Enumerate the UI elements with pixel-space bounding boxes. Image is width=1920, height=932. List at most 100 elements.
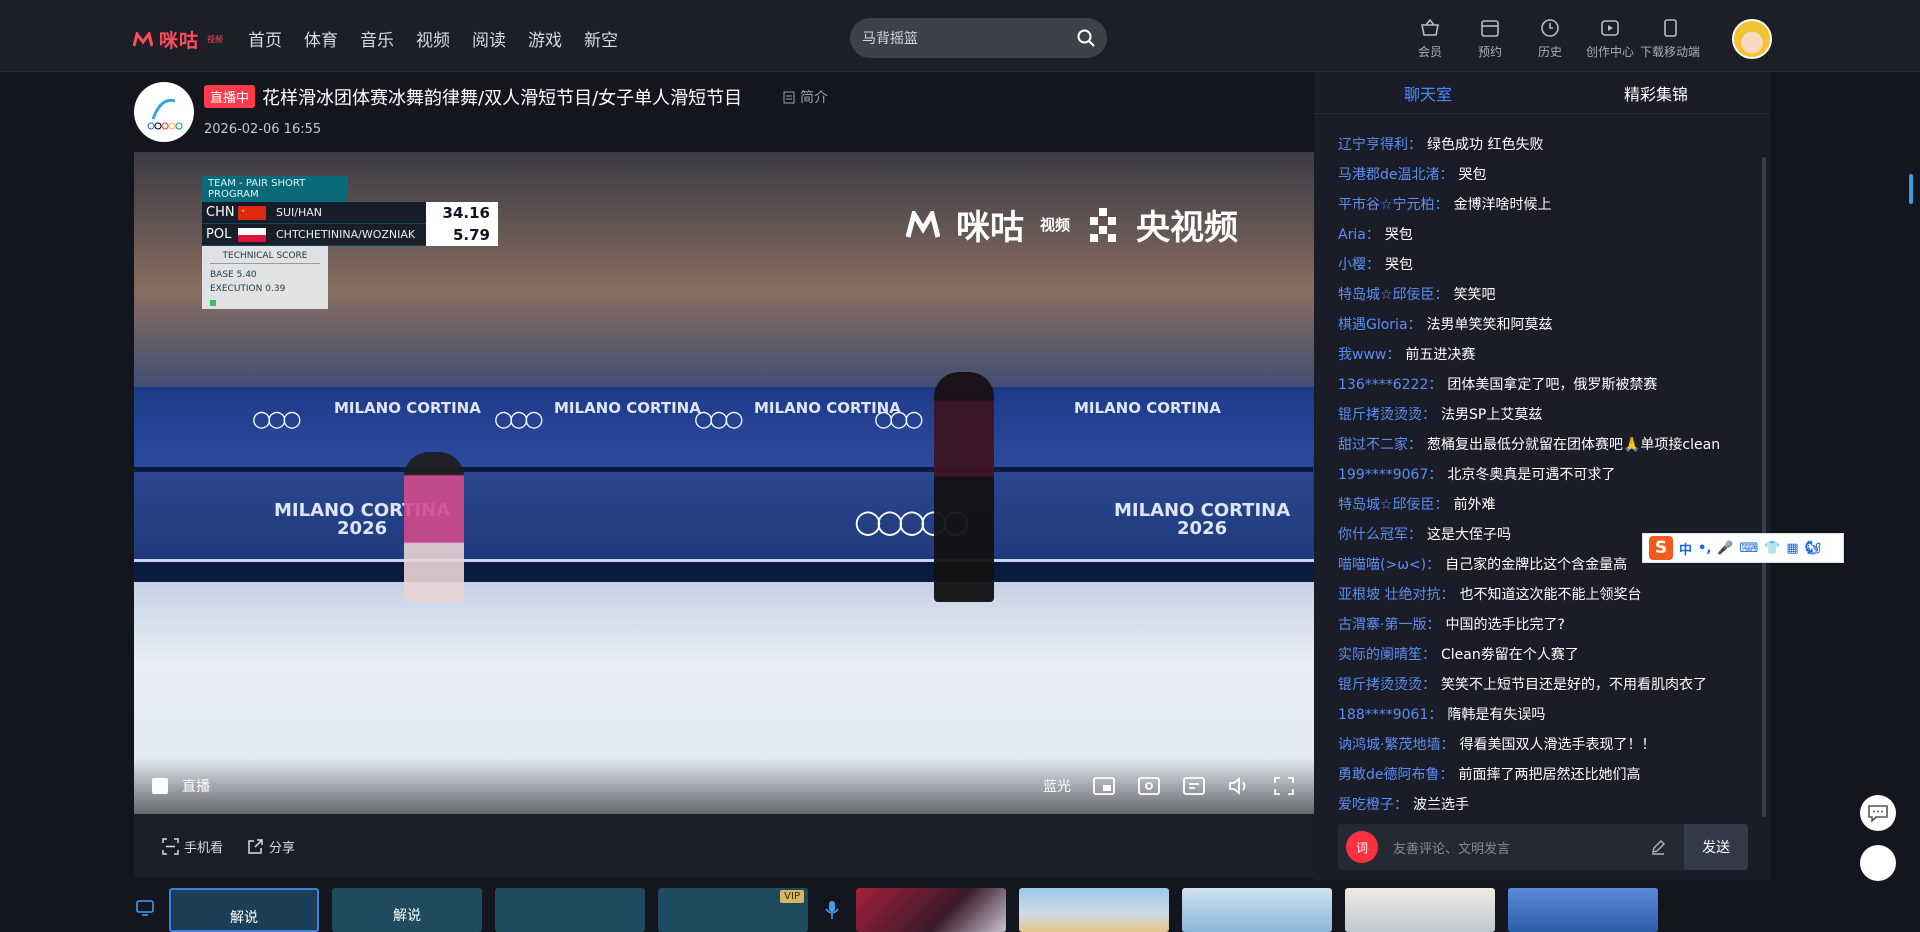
channel-logo[interactable] <box>134 82 194 142</box>
olympic-rings-icon: ○○○ <box>694 407 744 432</box>
commentary-card[interactable]: 解说 <box>332 888 482 932</box>
fullscreen-icon[interactable] <box>1272 775 1296 797</box>
logo[interactable]: 咪咕 视频 <box>133 26 223 53</box>
nav-music[interactable]: 音乐 <box>360 26 394 51</box>
tab-highlights[interactable]: 精彩集锦 <box>1542 81 1770 105</box>
tab-chatroom[interactable]: 聊天室 <box>1314 81 1542 105</box>
chat-username[interactable]: 棋遇Gloria： <box>1338 314 1422 344</box>
search-input[interactable]: 马背摇篮 <box>862 28 1077 48</box>
ime-lang[interactable]: 中 <box>1679 539 1692 558</box>
olympic-rings-icon: ○○○ <box>874 407 924 432</box>
chat-username[interactable]: 平市谷☆宁元柏： <box>1338 194 1449 224</box>
back-to-top-button[interactable] <box>1860 845 1896 881</box>
page-scrollbar[interactable] <box>1909 174 1913 204</box>
channel-strip: 解说 解说 VIP <box>134 888 1784 932</box>
chat-username[interactable]: 特岛城☆邱佞臣： <box>1338 284 1449 314</box>
picture-in-picture-icon[interactable] <box>1092 775 1116 797</box>
chat-username[interactable]: 喵喵喵(>ω<)： <box>1338 554 1440 584</box>
live-checkbox[interactable] <box>152 778 168 794</box>
board-text: MILANO CORTINA <box>1074 399 1221 417</box>
channel-card[interactable]: VIP <box>658 888 808 932</box>
chat-username[interactable]: 爱吃橙子： <box>1338 794 1408 824</box>
search-icon[interactable] <box>1077 29 1095 47</box>
clip-record-icon[interactable] <box>1182 775 1206 797</box>
chat-message: 特岛城☆邱佞臣： 笑笑吧 <box>1338 284 1748 314</box>
video-thumbnail[interactable] <box>856 888 1006 932</box>
chat-username[interactable]: 实际的阑晴笙： <box>1338 644 1436 674</box>
punctuation-icon[interactable]: •, <box>1698 541 1711 556</box>
nav-home[interactable]: 首页 <box>248 26 282 51</box>
video-thumbnail[interactable] <box>1019 888 1169 932</box>
chat-username[interactable]: 甜过不二家： <box>1338 434 1422 464</box>
chat-username[interactable]: 古渭寨·第一版： <box>1338 614 1440 644</box>
chat-username[interactable]: 马港郡de温北渚： <box>1338 164 1454 194</box>
emoji-button[interactable]: 词 <box>1346 831 1378 863</box>
tool-download[interactable]: 下载移动端 <box>1640 18 1700 60</box>
chat-username[interactable]: 我www： <box>1338 344 1400 374</box>
tool-reserve[interactable]: 预约 <box>1460 18 1520 60</box>
board-year: 2026 <box>1177 518 1228 539</box>
nav-xinkong[interactable]: 新空 <box>584 26 618 51</box>
mascot-icon[interactable]: 🐿 <box>1805 541 1822 556</box>
video-thumbnail[interactable] <box>1508 888 1658 932</box>
channel-card[interactable] <box>495 888 645 932</box>
share-icon <box>248 838 263 854</box>
chat-username[interactable]: 锟斤拷烫烫烫： <box>1338 674 1436 704</box>
user-avatar[interactable] <box>1732 19 1772 59</box>
chat-username[interactable]: 讷鸿城·繁茂地墙： <box>1338 734 1454 764</box>
chat-input[interactable]: 友善评论、文明发言 <box>1393 838 1650 857</box>
chat-username[interactable]: 辽宁亨得利： <box>1338 134 1422 164</box>
chat-username[interactable]: 特岛城☆邱佞臣： <box>1338 494 1449 524</box>
chat-username[interactable]: Aria： <box>1338 224 1380 254</box>
tool-history[interactable]: 历史 <box>1520 18 1580 60</box>
video-title: 花样滑冰团体赛冰舞韵律舞/双人滑短节目/女子单人滑短节目 <box>262 88 743 109</box>
skin-icon[interactable]: 👕 <box>1764 541 1780 556</box>
nav-games[interactable]: 游戏 <box>528 26 562 51</box>
chat-username[interactable]: 188****9061： <box>1338 704 1442 734</box>
tool-label: 预约 <box>1477 45 1502 59</box>
board-text: MILANO CORTINA 2026 <box>1114 502 1290 538</box>
toolbox-icon[interactable]: ▦ <box>1786 541 1798 556</box>
tool-creator[interactable]: 创作中心 <box>1580 18 1640 60</box>
cctv-video-logo-icon <box>1090 207 1117 242</box>
intro-button[interactable]: 简介 <box>783 87 828 107</box>
share-button[interactable]: 分享 <box>247 837 295 856</box>
nav-video[interactable]: 视频 <box>416 26 450 51</box>
quality-selector[interactable]: 蓝光 <box>1043 776 1071 796</box>
tool-vip[interactable]: 会员 <box>1400 18 1460 60</box>
nav-reading[interactable]: 阅读 <box>472 26 506 51</box>
chat-text: 前外难 <box>1453 497 1496 513</box>
chat-username[interactable]: 你什么冠军： <box>1338 524 1422 554</box>
country-code: CHN <box>206 205 235 220</box>
video-thumbnail[interactable] <box>1182 888 1332 932</box>
chat-username[interactable]: 136****6222： <box>1338 374 1442 404</box>
commentary-card[interactable]: 解说 <box>169 888 319 932</box>
base-value: 5.40 <box>236 270 257 280</box>
video-player[interactable]: ○○○ MILANO CORTINA ○○○ MILANO CORTINA ○○… <box>134 152 1314 814</box>
chat-username[interactable]: 亚根坡 壮绝对抗： <box>1338 584 1454 614</box>
chat-message: 马港郡de温北渚： 哭包 <box>1338 164 1748 194</box>
mobile-watch-button[interactable]: 手机看 <box>162 837 223 856</box>
keyboard-icon[interactable]: ⌨ <box>1739 541 1758 556</box>
chat-username[interactable]: 勇敢de德阿布鲁： <box>1338 764 1454 794</box>
nav-sports[interactable]: 体育 <box>304 26 338 51</box>
chat-username[interactable]: 199****9067： <box>1338 464 1442 494</box>
ime-toolbar[interactable]: S 中 •, 🎤 ⌨ 👕 ▦ 🐿 <box>1642 533 1844 563</box>
search-box[interactable]: 马背摇篮 <box>850 18 1107 58</box>
scoreboard-row: POL CHTCHETININA/WOZNIAK 5.79 <box>202 223 498 246</box>
share-label: 分享 <box>269 840 296 856</box>
live-label: 直播 <box>182 779 210 795</box>
pen-icon[interactable] <box>1650 839 1666 855</box>
chat-message: 甜过不二家： 葱桶复出最低分就留在团体赛吧🙏单项接clean <box>1338 434 1748 464</box>
migu-logo-icon <box>906 210 940 238</box>
feedback-button[interactable] <box>1860 795 1896 831</box>
chat-scrollbar[interactable] <box>1762 157 1766 817</box>
send-button[interactable]: 发送 <box>1684 824 1748 870</box>
chat-username[interactable]: 锟斤拷烫烫烫： <box>1338 404 1436 434</box>
chat-bubble-icon <box>1868 805 1888 823</box>
screenshot-icon[interactable] <box>1137 775 1161 797</box>
volume-icon[interactable] <box>1227 775 1251 797</box>
chat-username[interactable]: 小樱： <box>1338 254 1380 284</box>
video-thumbnail[interactable] <box>1345 888 1495 932</box>
microphone-icon[interactable]: 🎤 <box>1717 541 1733 556</box>
